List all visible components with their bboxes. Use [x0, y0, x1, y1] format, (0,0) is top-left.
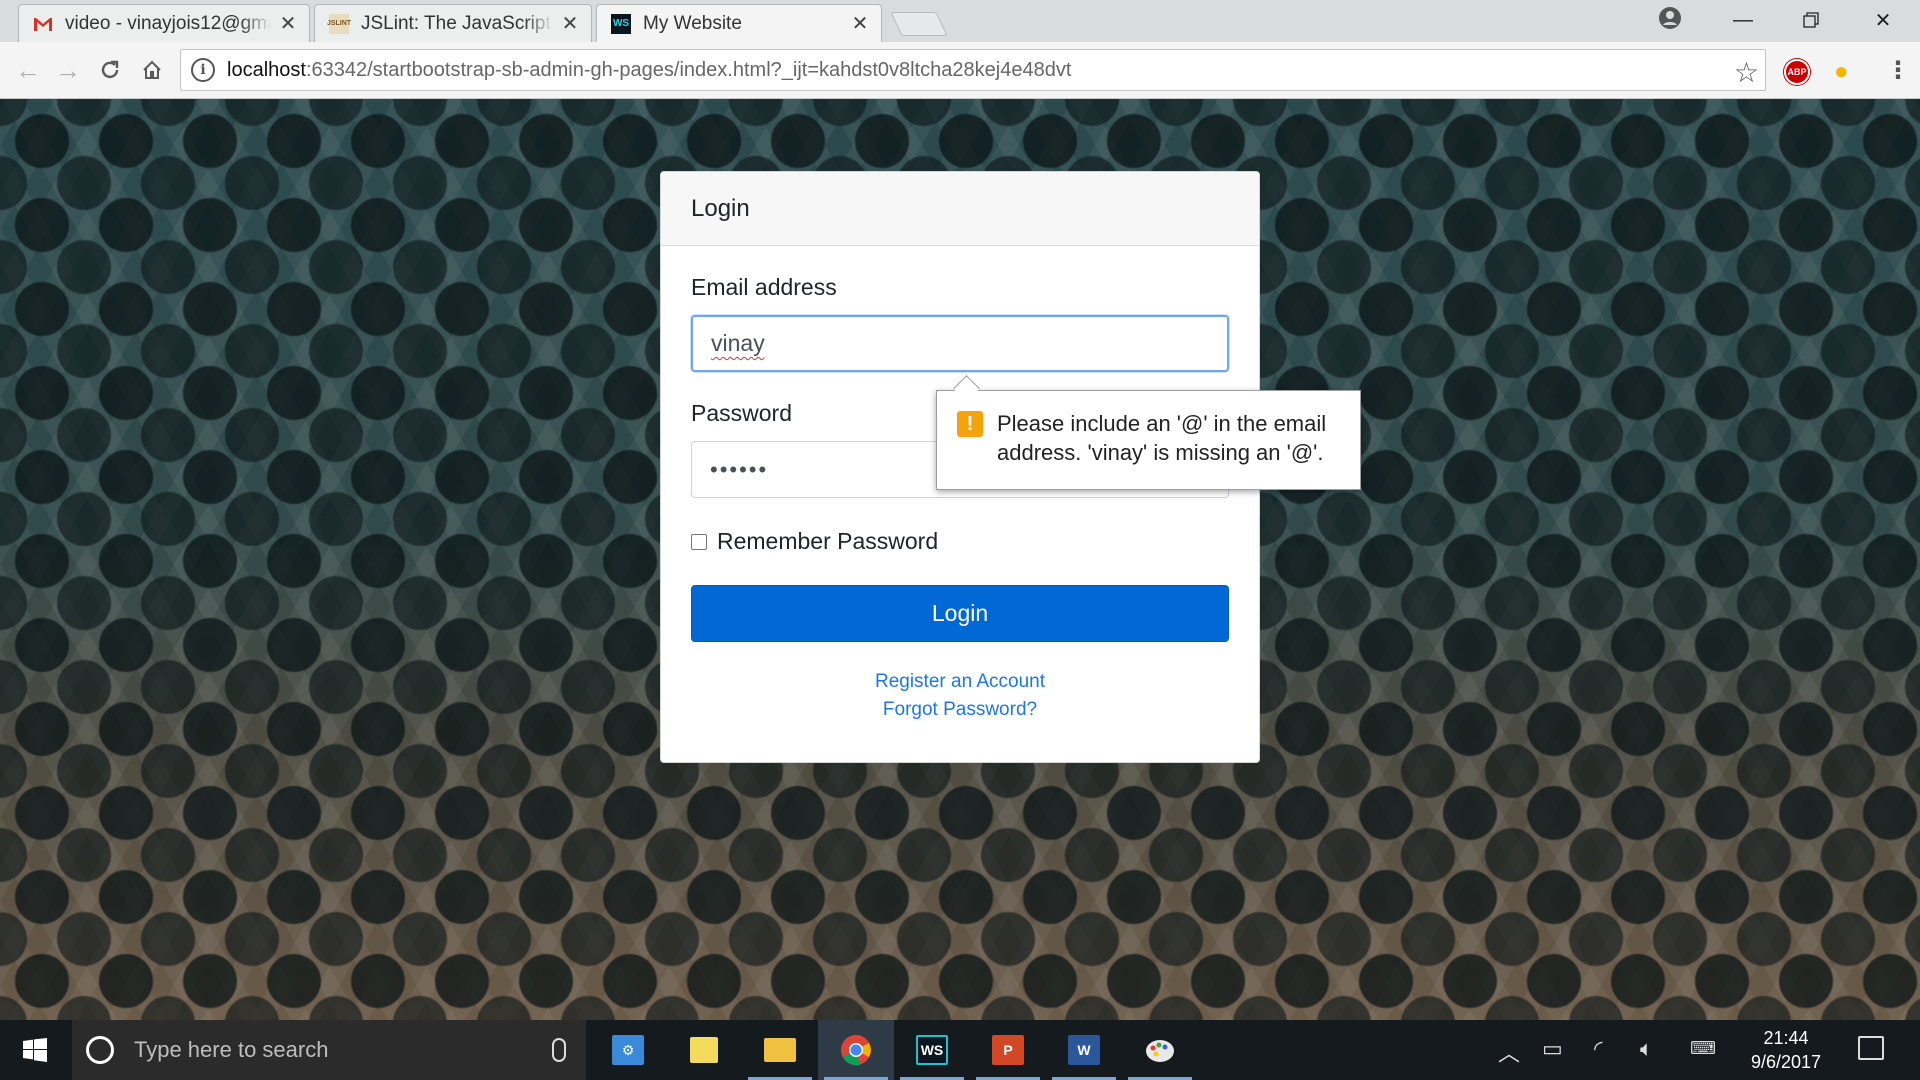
- validation-message: Please include an '@' in the email addre…: [997, 411, 1327, 465]
- tab-my-website[interactable]: WS My Website ✕: [596, 4, 882, 42]
- taskbar-search[interactable]: Type here to search: [72, 1020, 586, 1080]
- tab-gmail[interactable]: video - vinayjois12@gmail.com ✕: [18, 4, 310, 42]
- reload-button[interactable]: [92, 52, 128, 88]
- browser-tab-strip: video - vinayjois12@gmail.com ✕ JSLINT J…: [0, 0, 1920, 42]
- tab-label: video - vinayjois12@gmail.com: [65, 12, 271, 34]
- close-icon[interactable]: ✕: [851, 11, 869, 36]
- register-link[interactable]: Register an Account: [691, 668, 1229, 696]
- clock[interactable]: 21:44 9/6/2017: [1738, 1026, 1834, 1074]
- tab-jslint[interactable]: JSLINT JSLint: The JavaScript Code Quali…: [314, 4, 592, 42]
- gmail-icon: [33, 14, 53, 34]
- wifi-icon[interactable]: ◜: [1594, 1036, 1603, 1062]
- bulb-icon[interactable]: ●: [1834, 58, 1849, 86]
- battery-icon[interactable]: ▭: [1542, 1036, 1563, 1062]
- tab-label: My Website: [643, 12, 742, 34]
- warning-icon: !: [957, 411, 983, 437]
- search-placeholder: Type here to search: [134, 1037, 329, 1062]
- close-window-button[interactable]: ✕: [1860, 0, 1906, 40]
- sticky-notes-icon[interactable]: [666, 1020, 742, 1080]
- notification-center-icon[interactable]: [1858, 1036, 1884, 1060]
- keyboard-icon[interactable]: ⌨: [1690, 1038, 1716, 1059]
- webstorm-icon[interactable]: WS: [894, 1020, 970, 1080]
- windows-start-icon[interactable]: [0, 1020, 70, 1080]
- jslint-icon: JSLINT: [327, 13, 351, 34]
- address-bar[interactable]: i localhost:63342/startbootstrap-sb-admi…: [180, 49, 1766, 91]
- webstorm-icon: WS: [611, 13, 631, 34]
- remember-checkbox[interactable]: [691, 533, 707, 550]
- clock-date: 9/6/2017: [1750, 1052, 1822, 1072]
- forgot-password-link[interactable]: Forgot Password?: [691, 696, 1229, 724]
- powerpoint-icon[interactable]: P: [970, 1020, 1046, 1080]
- url-text: localhost:63342/startbootstrap-sb-admin-…: [227, 58, 1072, 81]
- menu-icon[interactable]: ⋮: [1886, 56, 1910, 85]
- validation-tooltip: ! Please include an '@' in the email add…: [936, 390, 1361, 490]
- minimize-button[interactable]: —: [1720, 0, 1766, 40]
- control-panel-icon[interactable]: ⚙: [590, 1020, 666, 1080]
- chrome-icon[interactable]: [818, 1020, 894, 1080]
- info-icon[interactable]: i: [191, 58, 215, 82]
- card-header: Login: [661, 172, 1259, 246]
- profile-icon[interactable]: [1658, 6, 1682, 30]
- email-input[interactable]: vinay: [691, 315, 1229, 372]
- browser-toolbar: ← → i localhost:63342/startbootstrap-sb-…: [0, 42, 1920, 99]
- volume-icon[interactable]: 🔈︎: [1640, 1036, 1653, 1062]
- close-icon[interactable]: ✕: [561, 11, 579, 36]
- abp-icon[interactable]: ABP: [1784, 59, 1810, 85]
- email-value: vinay: [711, 330, 765, 356]
- file-explorer-icon[interactable]: [742, 1020, 818, 1080]
- email-label: Email address: [691, 274, 837, 300]
- taskbar: Type here to search ⚙ WS P W ︿ ▭ ◜ 🔈︎ ⌨ …: [0, 1020, 1920, 1080]
- back-button[interactable]: ←: [10, 52, 46, 88]
- home-button[interactable]: [134, 52, 170, 88]
- restore-button[interactable]: [1788, 0, 1834, 40]
- close-icon[interactable]: ✕: [279, 11, 297, 36]
- word-icon[interactable]: W: [1046, 1020, 1122, 1080]
- microphone-icon[interactable]: [552, 1038, 566, 1062]
- tray-chevron-icon[interactable]: ︿: [1498, 1036, 1520, 1068]
- new-tab-button[interactable]: [890, 12, 948, 36]
- login-button[interactable]: Login: [691, 585, 1229, 642]
- cortana-icon: [86, 1036, 114, 1064]
- tab-label: JSLint: The JavaScript Code Quality Tool: [361, 12, 553, 34]
- bookmark-star-icon[interactable]: ☆: [1734, 56, 1759, 89]
- remember-label[interactable]: Remember Password: [717, 528, 938, 555]
- clock-time: 21:44: [1763, 1028, 1809, 1048]
- paint-icon[interactable]: [1122, 1020, 1198, 1080]
- forward-button[interactable]: →: [50, 52, 86, 88]
